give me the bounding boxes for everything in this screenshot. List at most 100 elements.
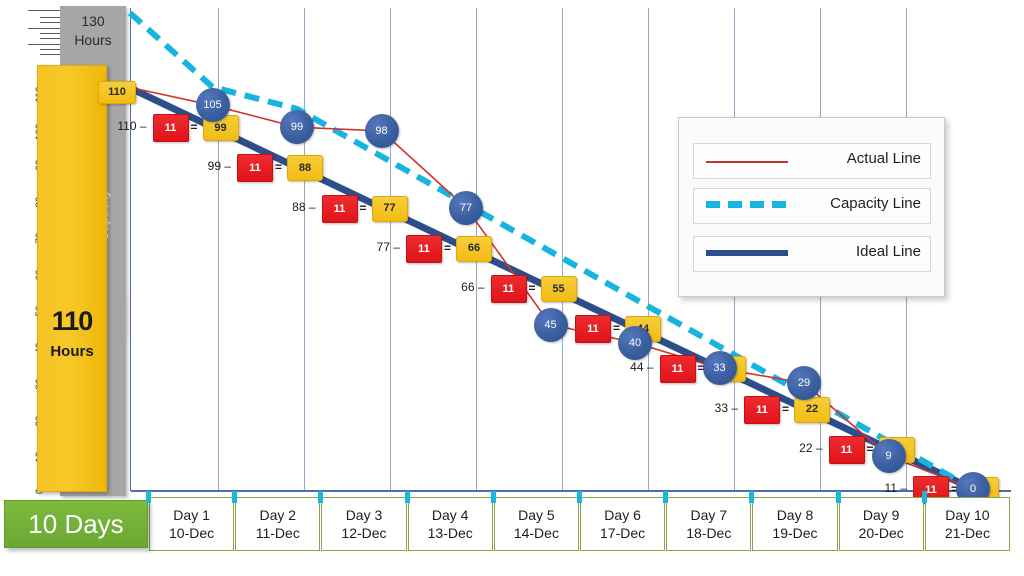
equation-minuend: 33 – bbox=[714, 400, 738, 415]
gridline bbox=[304, 8, 305, 491]
gridline bbox=[648, 8, 649, 491]
legend-item-ideal[interactable]: Ideal Line bbox=[693, 236, 931, 272]
x-axis-notch bbox=[835, 491, 841, 503]
equation-subtrahend-badge: 11 bbox=[321, 194, 358, 223]
equation-minuend: 44 – bbox=[630, 360, 654, 375]
capacity-total-label: 130 Hours bbox=[60, 12, 126, 50]
equation-subtrahend-badge: 11 bbox=[744, 395, 780, 424]
legend-item-capacity[interactable]: Capacity Line bbox=[693, 188, 931, 224]
x-axis-day-date: 17-Dec bbox=[600, 525, 646, 541]
start-value-badge: 110 bbox=[98, 81, 136, 104]
x-axis-day-cell[interactable]: Day 4 13-Dec bbox=[407, 497, 493, 551]
gridline bbox=[562, 8, 563, 491]
equation-subtrahend-badge: 11 bbox=[490, 275, 527, 303]
legend-swatch-ideal bbox=[706, 250, 788, 256]
equation-result-badge: 55 bbox=[540, 276, 577, 302]
equation-minuend: 77 – bbox=[376, 239, 400, 254]
equation-minuend: 88 – bbox=[292, 199, 316, 214]
legend-item-actual[interactable]: Actual Line bbox=[693, 143, 931, 179]
x-axis-day-cell[interactable]: Day 5 14-Dec bbox=[493, 497, 579, 551]
x-axis-day-name: Day 6 bbox=[604, 506, 641, 523]
x-axis-notch bbox=[749, 491, 755, 503]
gridline bbox=[218, 8, 219, 491]
actual-data-point[interactable]: 98 bbox=[364, 113, 399, 148]
x-axis-notch bbox=[577, 491, 582, 503]
equation-result-badge: 22 bbox=[794, 396, 830, 423]
x-axis-day-date: 13-Dec bbox=[427, 525, 473, 541]
x-axis-notch bbox=[921, 491, 927, 503]
x-axis-day-date: 10-Dec bbox=[169, 525, 215, 541]
equation-subtrahend-badge: 11 bbox=[237, 154, 273, 183]
x-axis-day-name: Day 1 bbox=[173, 506, 210, 523]
equation-result-badge: 66 bbox=[456, 235, 492, 262]
equation-result-badge: 88 bbox=[287, 155, 323, 182]
equation-equals-sign: = bbox=[275, 160, 283, 175]
x-axis-day-name: Day 4 bbox=[431, 506, 469, 523]
legend-swatch-actual bbox=[706, 161, 788, 163]
equation-minuend: 99 – bbox=[207, 159, 231, 174]
equation-subtrahend-badge: 11 bbox=[828, 435, 865, 464]
x-axis-day-cell[interactable]: Day 9 20-Dec bbox=[838, 497, 924, 551]
legend: Actual Line Capacity Line Ideal Line bbox=[678, 117, 945, 297]
x-axis-day-cell[interactable]: Day 10 21-Dec bbox=[924, 497, 1010, 551]
x-axis-day-date: 20-Dec bbox=[858, 525, 904, 541]
actual-data-point[interactable]: 105 bbox=[195, 88, 230, 123]
equation-equals-sign: = bbox=[782, 401, 790, 416]
legend-label-actual: Actual Line bbox=[846, 150, 921, 167]
actual-data-point[interactable]: 9 bbox=[871, 439, 906, 474]
equation-subtrahend-badge: 11 bbox=[406, 234, 442, 263]
x-axis-day-date: 19-Dec bbox=[772, 525, 818, 541]
actual-data-point[interactable]: 77 bbox=[449, 190, 483, 225]
equation-equals-sign: = bbox=[528, 281, 536, 295]
x-axis-day-cell[interactable]: Day 2 11-Dec bbox=[235, 497, 321, 551]
x-axis-day-name: Day 2 bbox=[259, 506, 297, 523]
equation-equals-sign: = bbox=[190, 120, 198, 135]
legend-label-ideal: Ideal Line bbox=[855, 243, 921, 260]
capacity-total-unit: Hours bbox=[74, 31, 112, 48]
actual-data-point[interactable]: 45 bbox=[533, 307, 568, 342]
equation-subtrahend-badge: 11 bbox=[152, 114, 189, 143]
x-axis-day-cell[interactable]: Day 1 10-Dec bbox=[149, 497, 235, 551]
x-axis-day-name: Day 7 bbox=[690, 506, 728, 523]
equation-equals-sign: = bbox=[359, 200, 367, 215]
hours-bar-value: 110 bbox=[51, 306, 94, 336]
equation-equals-sign: = bbox=[613, 321, 621, 336]
x-axis-notch bbox=[146, 491, 151, 503]
x-axis-notch bbox=[404, 491, 410, 503]
equation-equals-sign: = bbox=[444, 240, 452, 255]
x-axis-day-name: Day 10 bbox=[945, 506, 990, 523]
x-axis-day-cell[interactable]: Day 3 12-Dec bbox=[321, 497, 407, 551]
actual-data-point[interactable]: 29 bbox=[787, 366, 821, 401]
x-axis-notch bbox=[490, 491, 496, 503]
actual-data-point[interactable]: 33 bbox=[702, 351, 737, 386]
x-axis-day-date: 11-Dec bbox=[255, 525, 300, 541]
duration-badge: 10 Days bbox=[4, 500, 148, 548]
duration-badge-label: 10 Days bbox=[28, 508, 124, 539]
x-axis-notch bbox=[232, 491, 238, 503]
equation-subtrahend-badge: 11 bbox=[575, 315, 611, 344]
x-axis-day-date: 21-Dec bbox=[944, 525, 990, 541]
x-axis-day-date: 18-Dec bbox=[686, 525, 732, 541]
hours-bar-unit: Hours bbox=[50, 343, 94, 360]
equation-minuend: 66 – bbox=[461, 280, 485, 294]
equation-minuend: 22 – bbox=[799, 440, 823, 455]
equation-minuend: 11 – bbox=[884, 481, 907, 495]
actual-data-point[interactable]: 40 bbox=[618, 325, 652, 360]
equation-result-badge: 77 bbox=[371, 195, 408, 222]
x-axis-day-cell[interactable]: Day 6 17-Dec bbox=[580, 497, 666, 551]
capacity-total-value: 130 bbox=[81, 13, 105, 29]
x-axis-day-name: Day 9 bbox=[862, 506, 900, 523]
x-axis: Day 1 10-Dec Day 2 11-Dec Day 3 12-Dec Day 4 13… bbox=[148, 497, 1010, 551]
x-axis-day-cell[interactable]: Day 8 19-Dec bbox=[752, 497, 838, 551]
x-axis-day-cell[interactable]: Day 7 18-Dec bbox=[666, 497, 752, 551]
legend-label-capacity: Capacity Line bbox=[830, 195, 921, 212]
x-axis-day-date: 12-Dec bbox=[341, 525, 387, 541]
x-axis-notch bbox=[663, 491, 669, 503]
actual-data-point[interactable]: 99 bbox=[280, 110, 314, 145]
legend-swatch-capacity bbox=[706, 201, 788, 208]
burndown-chart-slide: Agile Digest If Capacity = 130 then capa… bbox=[0, 0, 1024, 576]
x-axis-day-date: 14-Dec bbox=[513, 525, 559, 541]
x-axis-day-name: Day 8 bbox=[776, 506, 814, 523]
equation-subtrahend-badge: 11 bbox=[659, 355, 696, 384]
equation-minuend: 110 – bbox=[117, 119, 147, 134]
